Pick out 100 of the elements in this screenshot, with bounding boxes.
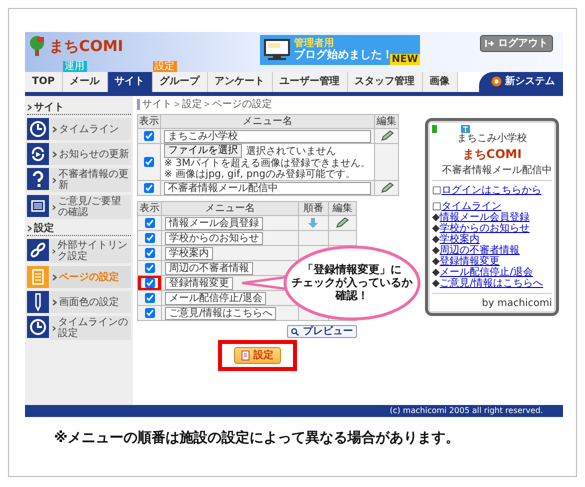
exit-icon [485,39,494,48]
new-badge: NEW [390,54,420,65]
logout-button[interactable]: ログアウト [480,35,553,52]
breadcrumb-text: サイト＞設定＞ページの設定 [137,99,559,110]
note-text: ※ 画像はjpg, gif, pngのみ登録可能です。 [164,169,356,180]
checkbox[interactable] [144,263,155,273]
nav-tab[interactable]: サイト [108,72,153,92]
file-status: 選択されていません [246,146,336,156]
note-text: ※ 3Mバイトを超える画像は登録できません。 [164,158,371,169]
column-header: 表示 [138,114,160,128]
down-arrow-icon [307,217,320,229]
bullet-mark: ◆ [432,212,440,224]
document-icon [240,350,250,361]
nav-tab[interactable]: スタッフ管理 [348,72,423,92]
phone-link[interactable]: 周辺の不審者情報 [440,245,520,256]
footnote-text: ※メニューの順番は施設の設定によって異なる場合があります。 [54,431,461,446]
chevron-icon [52,204,56,210]
checkbox[interactable] [144,131,154,141]
sidebar-heading: 設定 [34,223,54,234]
nav-tab[interactable]: グループ [152,72,208,92]
phone-link[interactable]: タイムライン [441,201,502,212]
chevron-icon [52,248,56,254]
callout-text: 「登録情報変更」に チェックが入っているか 確認！ [291,263,413,303]
sidebar-item[interactable]: タイムライン [50,118,131,140]
gear-icon [491,76,502,87]
tree-icon [29,35,45,57]
bullet-mark: ◆ [432,256,440,268]
checkbox[interactable] [144,157,154,167]
checkbox[interactable] [144,293,155,303]
sidebar-item[interactable]: 画面色の設定 [50,291,131,313]
sidebar-item[interactable]: 不審者情報の更新 [50,168,131,192]
nav-tab[interactable]: メール [62,72,108,92]
phone-link[interactable]: メール配信停止/退会 [440,267,534,278]
column-header: メニュー名 [160,114,374,128]
nav-tab[interactable]: アンケート [208,72,273,92]
nav-tab[interactable]: TOP [25,72,63,92]
column-header: メニュー名 [162,202,298,216]
phone-link[interactable]: ご意見/情報はこちらへ [440,278,544,290]
bullet-mark: ◆ [432,278,440,290]
chevron-icon [52,150,57,158]
tab-tag: 運用 [62,61,87,72]
checkbox[interactable] [144,308,155,318]
sidebar-item[interactable]: ご意見/ご要望の確認 [50,195,131,219]
file-button[interactable]: ファイルを選択 [164,144,242,158]
text-field[interactable]: 学校案内 [165,246,214,260]
phone-link[interactable]: 情報メール会員登録 [440,212,530,224]
status-text: 不審者情報メール配信中 [441,165,552,176]
credit-text: by machicomi [480,298,552,310]
text-field[interactable]: 学校からのお知らせ [165,232,264,244]
text-field[interactable]: 情報メール会員登録 [165,216,264,230]
chevron-icon [27,104,32,111]
nav-tab[interactable]: ユーザー管理 [272,72,348,92]
checkbox[interactable] [144,183,154,193]
phone-link[interactable]: 学校案内 [440,234,480,246]
chevron-icon [27,225,32,232]
checkbox[interactable] [144,278,155,288]
column-header: 編集 [374,114,398,128]
logo-text: まちCOMI [49,38,124,54]
chevron-icon [52,274,57,280]
column-header: 編集 [328,202,356,216]
text-field[interactable]: 登録情報変更 [165,276,234,290]
banner-subtitle: 管理者用 [294,38,334,50]
chevron-icon [52,126,57,132]
checkbox[interactable] [144,218,155,228]
column-header: 表示 [138,202,162,216]
sidebar-heading: サイト [34,102,64,113]
chevron-icon [52,324,56,332]
text-field[interactable]: まちこみ小学校 [164,130,371,142]
sidebar-item[interactable]: お知らせの更新 [50,143,131,165]
logo-text: まちCOMI [462,148,522,162]
chevron-icon [52,298,57,306]
chevron-icon [52,176,56,184]
bullet-mark: ◆ [432,245,440,256]
system-link[interactable]: 新システム [479,72,563,92]
search-icon [291,328,299,336]
text-field[interactable]: 周辺の不審者情報 [165,262,254,274]
column-header: 順番 [298,202,328,216]
pencil-icon [380,182,394,194]
bullet-mark: ◆ [432,267,440,278]
sidebar-item[interactable]: 外部サイトリンク設定 [50,239,131,263]
phone-link[interactable]: ログインはこちらから [441,185,542,196]
text-field[interactable]: 不審者情報メール配信中 [164,182,371,194]
copyright-text: (c) machicomi 2005 all right reserved. [25,405,563,417]
sidebar-item[interactable]: タイムラインの設定 [50,316,131,340]
checkbox[interactable] [144,233,155,243]
phone-link[interactable]: 学校からのお知らせ [440,223,530,234]
tab-tag: 設定 [152,61,177,72]
text-field[interactable]: ご意見/情報はこちらへ [165,306,276,320]
text-field[interactable]: メール配信停止/退会 [165,292,266,304]
phone-link[interactable]: 登録情報変更 [440,256,500,268]
school-name: まちこみ小学校 [456,133,528,144]
checkbox[interactable] [144,248,155,258]
bullet-mark: ◆ [432,234,440,246]
bullet-mark: □ [432,185,442,196]
bullet-mark: ◆ [432,223,440,234]
preview-button[interactable]: プレビュー [287,325,357,338]
monitor-icon [264,39,290,61]
battery-icon [432,125,437,133]
bullet-mark: □ [432,201,442,212]
nav-tab[interactable]: 画像 [422,72,458,92]
